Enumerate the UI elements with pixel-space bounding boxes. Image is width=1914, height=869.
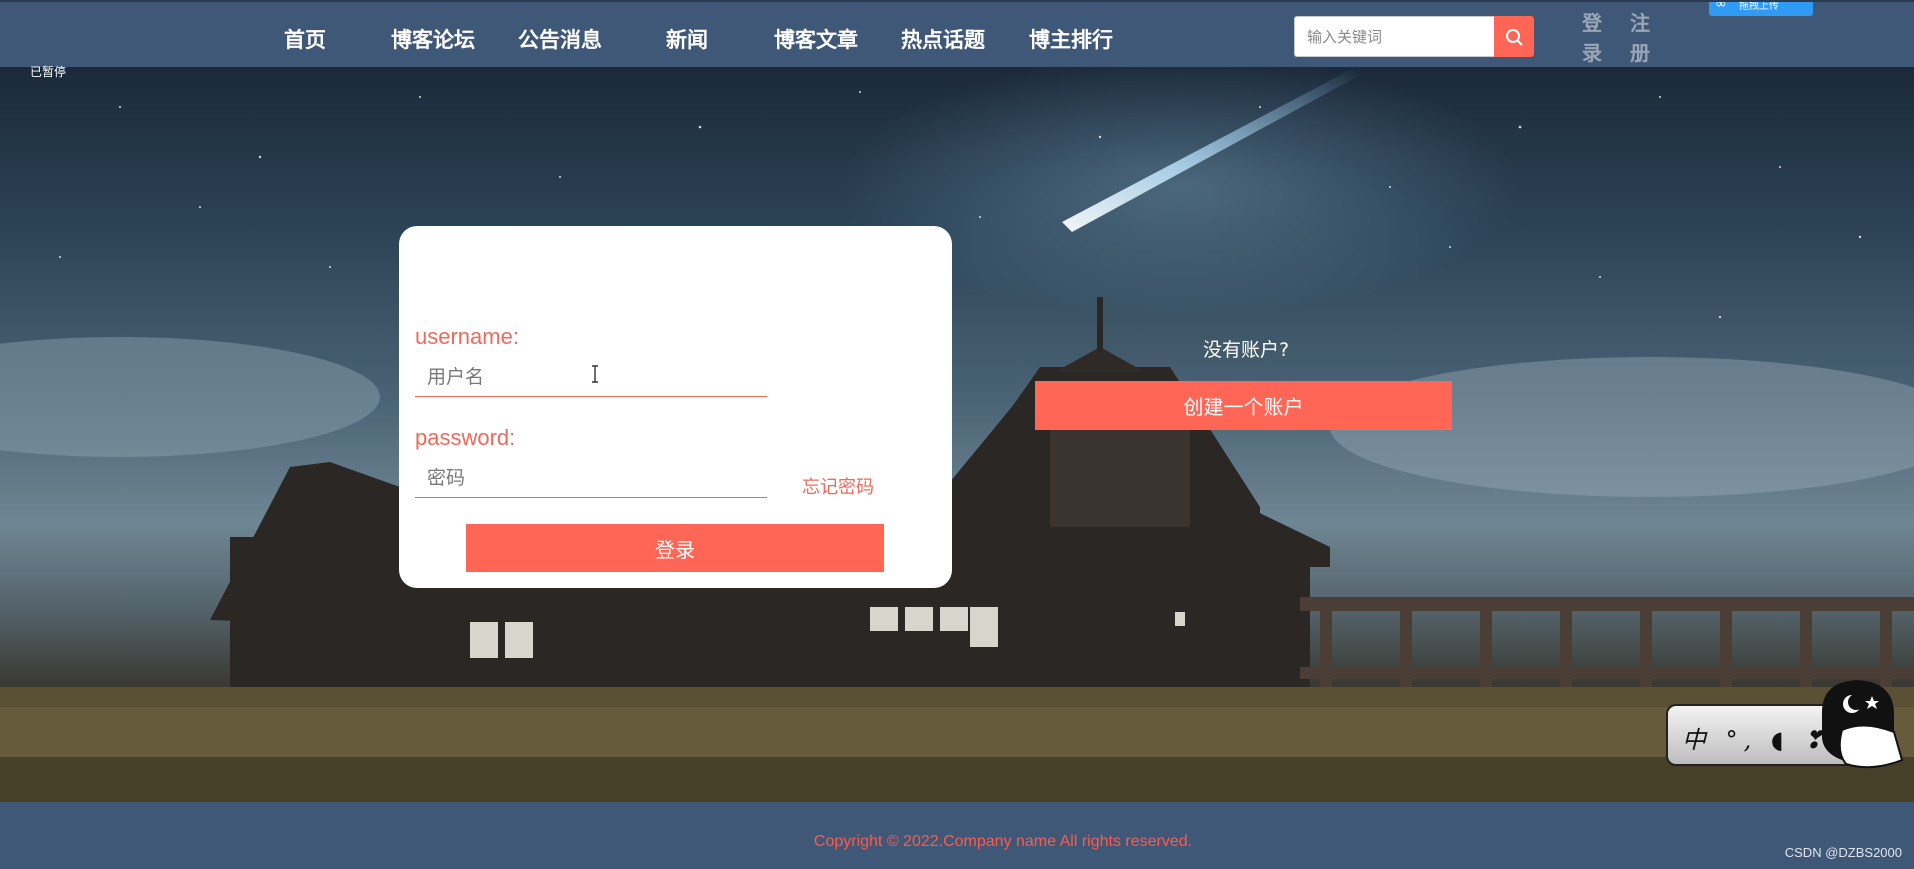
- login-submit-button[interactable]: 登录: [466, 524, 884, 572]
- create-account-button[interactable]: 创建一个账户: [1035, 381, 1452, 430]
- search-box: [1294, 16, 1494, 57]
- hero-background: [0, 67, 1914, 802]
- top-navbar: 首页 博客论坛 公告消息 新闻 博客文章 热点话题 博主排行 登 录 注 册 ∞…: [0, 0, 1914, 67]
- password-label: password:: [415, 425, 516, 450]
- link-icon: ∞: [1715, 2, 1727, 12]
- password-field: [415, 458, 767, 498]
- login-card: username: password: 忘记密码 登录: [399, 226, 952, 588]
- password-input[interactable]: [415, 458, 767, 497]
- footer: Copyright © 2022.Company name All rights…: [0, 802, 1914, 869]
- ime-mascot-icon: [1821, 680, 1904, 769]
- login-link-char-1: 登: [1582, 11, 1602, 35]
- video-paused-status: 已暂停: [30, 65, 67, 79]
- text-cursor-icon: [590, 365, 600, 383]
- no-account-prompt: 没有账户?: [1202, 339, 1290, 361]
- nav-item-articles[interactable]: 博客文章: [774, 24, 858, 54]
- forgot-password-link[interactable]: 忘记密码: [802, 473, 874, 499]
- ime-toolbar[interactable]: 中 °, ◖ ❣: [1666, 680, 1914, 770]
- copyright-label: Copyright © 2022.Company name All rights…: [813, 833, 1193, 850]
- username-label: username:: [415, 324, 519, 349]
- copyright-text: Copyright © 2022.Company name All rights…: [0, 833, 1914, 851]
- nav-item-forum[interactable]: 博客论坛: [391, 24, 475, 54]
- login-link-char-2: 录: [1582, 41, 1602, 65]
- nav-item-blogger-ranking[interactable]: 博主排行: [1029, 24, 1113, 54]
- register-link[interactable]: 注 册: [1628, 8, 1652, 68]
- drag-upload-label: 拖拽上传: [1739, 2, 1779, 12]
- register-link-char-2: 册: [1630, 41, 1650, 65]
- night-sky-church-image: [0, 67, 1914, 802]
- nav-item-announcements[interactable]: 公告消息: [518, 24, 602, 54]
- register-link-char-1: 注: [1630, 11, 1650, 35]
- login-link[interactable]: 登 录: [1580, 8, 1604, 68]
- csdn-watermark: CSDN @DZBS2000: [1784, 845, 1902, 860]
- search-input[interactable]: [1295, 17, 1494, 56]
- search-icon: [1506, 28, 1523, 46]
- search-button[interactable]: [1494, 16, 1534, 57]
- drag-upload-badge[interactable]: ∞ 拖拽上传: [1709, 2, 1813, 16]
- nav-item-news[interactable]: 新闻: [666, 24, 708, 54]
- nav-item-home[interactable]: 首页: [284, 24, 326, 54]
- nav-item-hot-topics[interactable]: 热点话题: [901, 24, 985, 54]
